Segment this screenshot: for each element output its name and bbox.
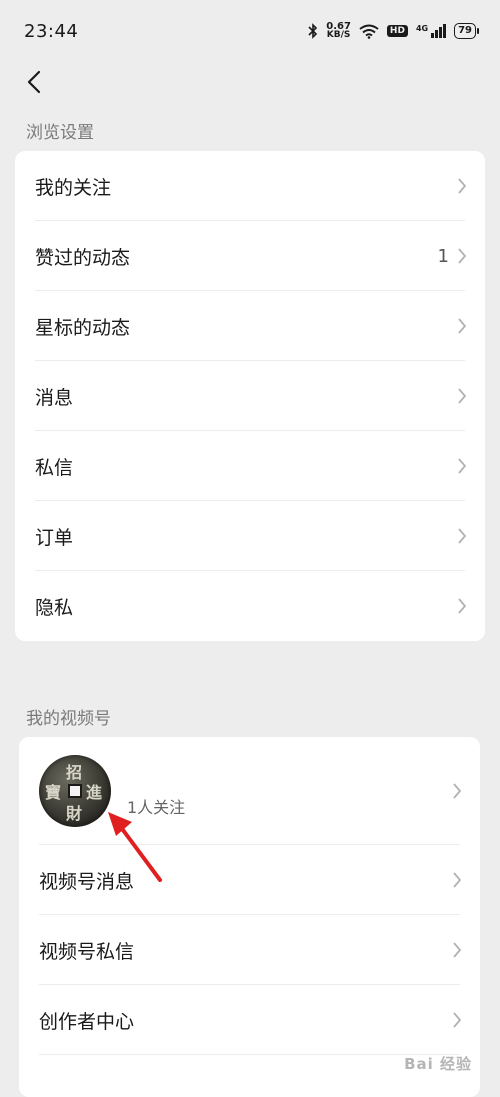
avatar-char: 招: [66, 763, 83, 782]
row-label: 我的关注: [35, 176, 112, 199]
liked-count: 1: [437, 245, 449, 267]
row-label: 消息: [35, 386, 74, 409]
starred-posts-item[interactable]: 星标的动态: [15, 291, 485, 361]
chevron-right-icon: [458, 458, 467, 474]
network-speed: 0.67 KB/S: [326, 21, 351, 40]
back-button[interactable]: [14, 62, 54, 102]
channel-section-title: 我的视频号: [26, 709, 111, 729]
channel-private-messages-item[interactable]: 视频号私信: [19, 915, 480, 985]
battery-icon: 79: [454, 23, 479, 39]
browse-section-title: 浏览设置: [26, 123, 94, 143]
chevron-right-icon: [453, 872, 462, 888]
chevron-left-icon: [27, 70, 41, 94]
messages-item[interactable]: 消息: [15, 361, 485, 431]
chevron-right-icon: [458, 598, 467, 614]
status-time: 23:44: [24, 20, 79, 42]
avatar-char: 進: [86, 783, 103, 802]
chevron-right-icon: [458, 528, 467, 544]
privacy-item[interactable]: 隐私: [15, 571, 485, 641]
wifi-icon: [359, 24, 379, 39]
row-label: 视频号消息: [39, 870, 135, 893]
chevron-right-icon: [453, 1012, 462, 1028]
chevron-right-icon: [453, 783, 462, 799]
chevron-right-icon: [458, 388, 467, 404]
chevron-right-icon: [458, 178, 467, 194]
liked-posts-item[interactable]: 赞过的动态 1: [15, 221, 485, 291]
creator-center-item[interactable]: 创作者中心: [19, 985, 480, 1055]
browse-settings-card: 我的关注 赞过的动态 1 星标的动态 消息 私信 订单 隐私: [15, 151, 485, 641]
row-label: 赞过的动态: [35, 246, 131, 269]
coin-hole: [68, 784, 82, 798]
row-label: 私信: [35, 456, 74, 479]
watermark: Bai 经验: [404, 1055, 472, 1073]
row-label: 视频号私信: [39, 940, 135, 963]
avatar-char: 寶: [45, 783, 62, 802]
channel-messages-item[interactable]: 视频号消息: [19, 845, 480, 915]
hd-badge: HD: [386, 25, 408, 37]
nav-bar: [0, 62, 500, 106]
row-label: 订单: [35, 526, 74, 549]
private-messages-item[interactable]: 私信: [15, 431, 485, 501]
status-icons: 0.67 KB/S HD 4G 79: [308, 21, 479, 40]
chevron-right-icon: [453, 942, 462, 958]
my-follows-item[interactable]: 我的关注: [15, 151, 485, 221]
row-label: 创作者中心: [39, 1010, 135, 1033]
video-channel-card: 招 進 寶 財 1人关注 视频号消息 视频号私信 创作者中心: [19, 737, 480, 1097]
row-label: 星标的动态: [35, 316, 131, 339]
follow-count: 1人关注: [127, 798, 186, 817]
signal-icon: 4G: [416, 24, 447, 38]
chevron-right-icon: [458, 318, 467, 334]
channel-profile-item[interactable]: 招 進 寶 財 1人关注: [19, 737, 480, 845]
orders-item[interactable]: 订单: [15, 501, 485, 571]
bluetooth-icon: [308, 23, 318, 39]
avatar-char: 財: [66, 804, 83, 823]
status-bar: 23:44 0.67 KB/S HD 4G 79: [0, 0, 500, 62]
avatar[interactable]: 招 進 寶 財: [39, 755, 111, 827]
chevron-right-icon: [458, 248, 467, 264]
row-label: 隐私: [35, 596, 74, 619]
